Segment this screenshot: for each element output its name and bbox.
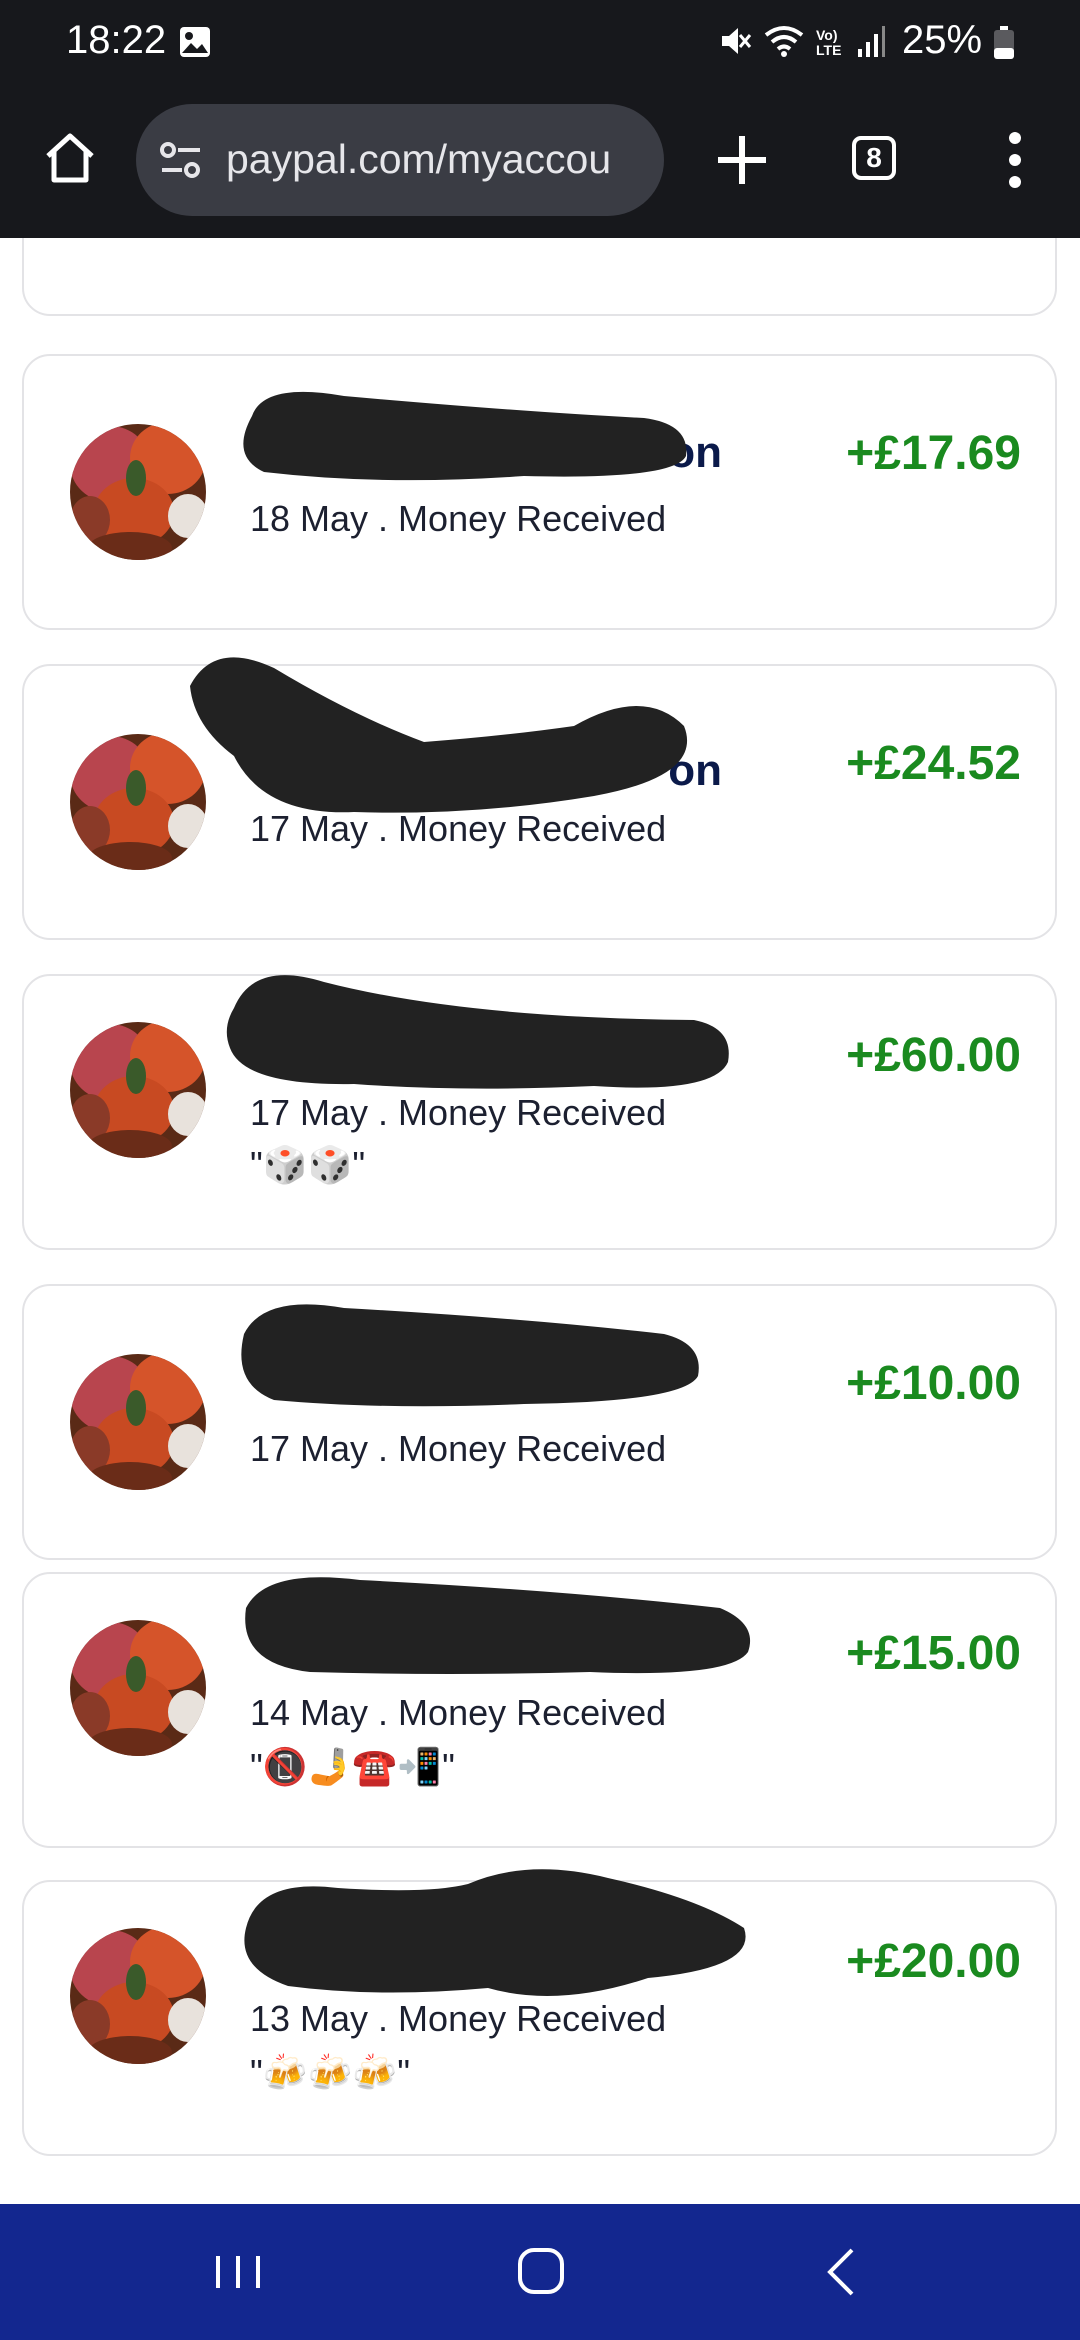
browser-toolbar: paypal.com/myaccou 8 [0,84,1080,238]
avatar [70,1928,206,2064]
recent-apps-icon[interactable] [198,2242,278,2302]
redaction-mark [226,975,729,1089]
redaction-mark [243,391,687,481]
home-circle-icon[interactable] [500,2242,580,2302]
avatar [70,424,206,560]
mute-icon [718,23,752,64]
avatar [70,1620,206,1756]
transaction-note: "🎲🎲" [250,1144,366,1185]
status-bar: 18:22 Vo) LTE 25% [0,0,1080,84]
transaction-date-type: 14 May . Money Received [250,1692,667,1733]
transaction-card[interactable]: on 17 May . Money Received +£24.52 [22,657,1057,940]
transaction-amount: +£10.00 [846,1357,1021,1410]
tabs-icon[interactable]: 8 [852,136,896,180]
transaction-amount: +£20.00 [846,1935,1021,1988]
wifi-icon [762,23,806,64]
transaction-amount: +£17.69 [846,427,1021,480]
transaction-list: on 18 May . Money Received +£17.69 on 17… [0,238,1080,2204]
redaction-mark [241,1304,699,1407]
more-vertical-icon[interactable] [1000,128,1030,192]
url-text[interactable]: paypal.com/myaccou [226,136,646,183]
transaction-card[interactable]: 17 May . Money Received "🎲🎲" +£60.00 [22,974,1057,1250]
transaction-amount: +£24.52 [846,737,1021,790]
plus-icon[interactable] [710,128,774,192]
transaction-card[interactable]: 14 May . Money Received "📵🤳☎️📲" +£15.00 [22,1572,1057,1848]
redaction-mark [244,1869,746,1996]
redaction-mark [190,657,688,813]
transaction-date-type: 17 May . Money Received [250,1428,667,1469]
battery-icon [993,26,1015,65]
transaction-card[interactable] [22,238,1057,316]
signal-icon [856,23,886,64]
transaction-note: "🍻🍻🍻" [250,2052,411,2093]
status-icons: Vo) LTE [718,22,886,64]
transaction-card[interactable]: 17 May . Money Received +£10.00 [22,1284,1057,1560]
redaction-mark [245,1577,751,1674]
transaction-card[interactable]: 13 May . Money Received "🍻🍻🍻" +£20.00 [22,1869,1057,2156]
transaction-amount: +£60.00 [846,1029,1021,1082]
avatar [70,1354,206,1490]
gallery-icon [178,25,212,64]
home-icon[interactable] [40,128,100,188]
transaction-card[interactable]: on 18 May . Money Received +£17.69 [22,354,1057,630]
transaction-amount: +£15.00 [846,1627,1021,1680]
avatar [70,1022,206,1158]
lte-icon: Vo) LTE [816,27,842,58]
site-settings-icon[interactable] [158,138,204,187]
navigation-bar [0,2204,1080,2340]
battery-percent: 25% [902,18,983,62]
transaction-note: "📵🤳☎️📲" [250,1746,455,1787]
address-bar[interactable]: paypal.com/myaccou [136,104,664,216]
back-icon[interactable] [800,2242,880,2302]
status-time: 18:22 [66,18,167,62]
